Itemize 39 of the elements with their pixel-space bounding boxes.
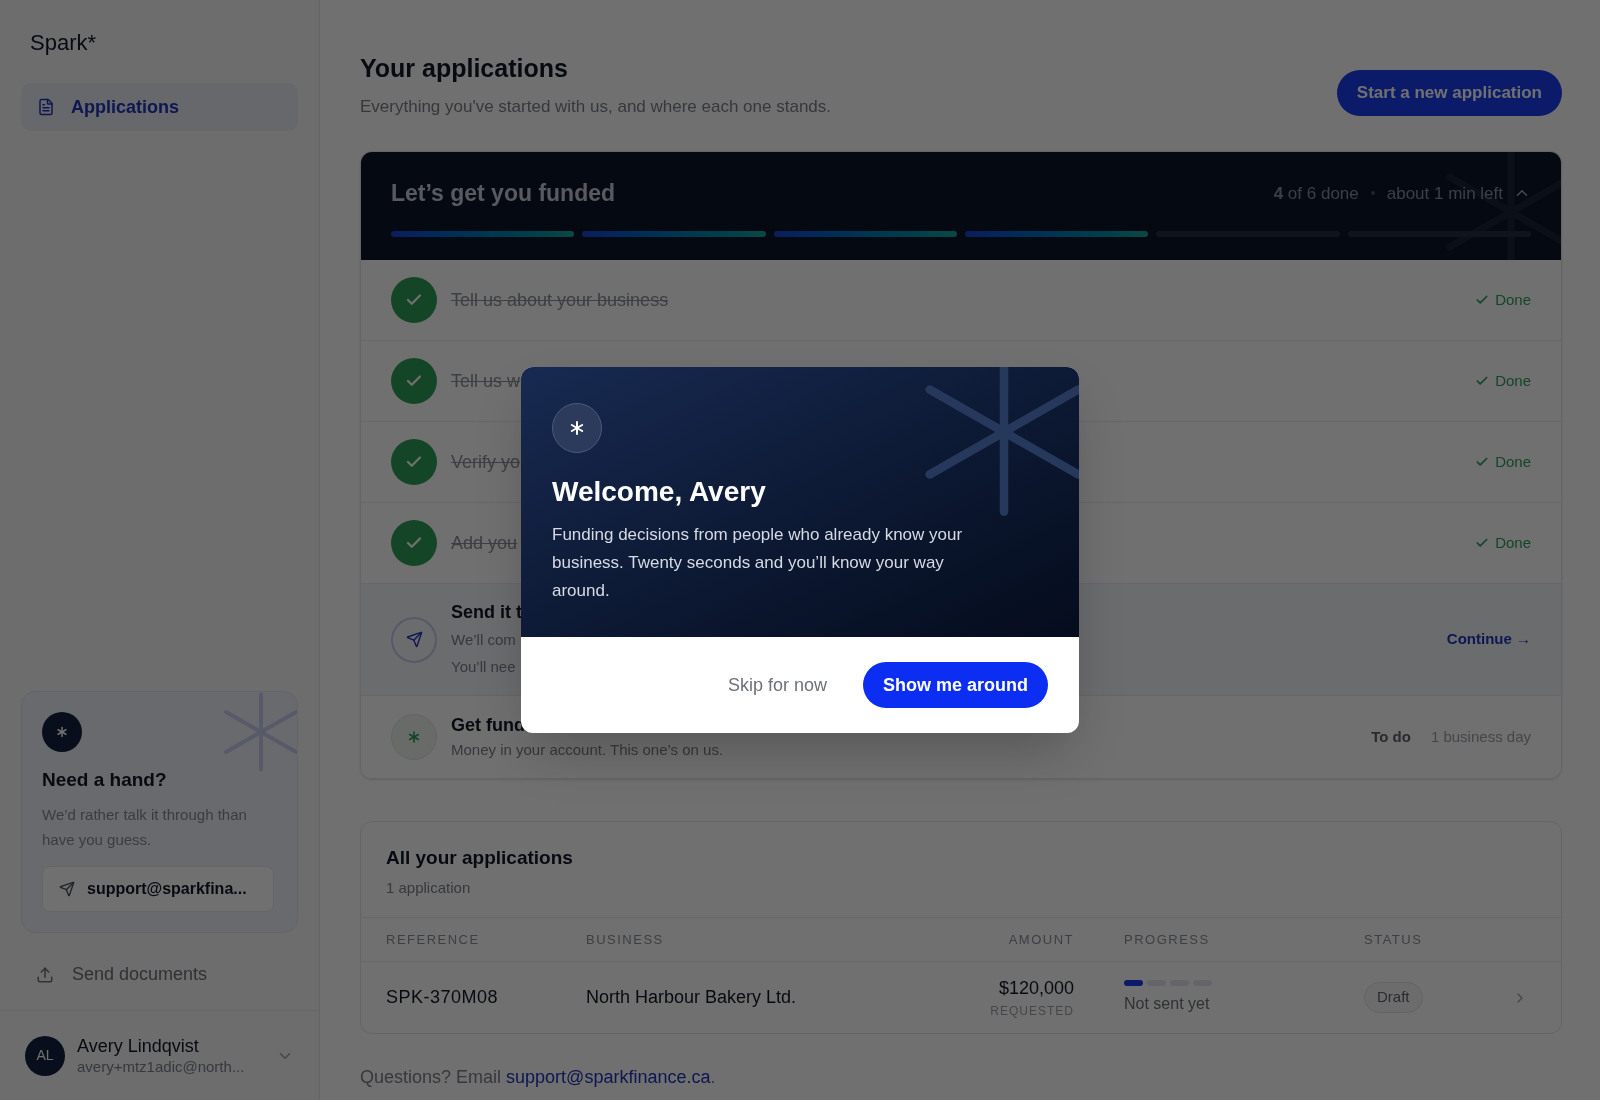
new-application-button[interactable]: Start a new application (1336, 70, 1562, 116)
upload-icon (36, 965, 54, 984)
footer-note: Questions? Email support@sparkfinance.ca. (360, 1066, 717, 1089)
dialog-body: Funding decisions from people who already know your business. Twenty seconds and you’ll know your way around. (552, 524, 964, 602)
asterisk-icon (552, 403, 602, 453)
page-subtitle: Everything you've started with us, and where each one stands. (360, 95, 832, 118)
page-title: Your applications (360, 53, 569, 84)
document-icon (37, 98, 55, 116)
application-count: 1 application (386, 877, 472, 898)
skip-button[interactable]: Skip for now (715, 662, 839, 708)
status-label: To do (1371, 726, 1411, 747)
done-label: Done (1495, 451, 1531, 472)
done-label: Done (1495, 289, 1531, 310)
help-title: Need a hand? (42, 767, 168, 792)
send-documents-link[interactable]: Send documents (36, 961, 283, 988)
continue-link[interactable]: Continue → (1446, 628, 1531, 651)
checklist-title: Let’s get you funded (391, 179, 616, 208)
check-icon (1475, 455, 1490, 469)
send-icon (59, 881, 75, 897)
progress-text: Not sent yet (1124, 993, 1211, 1014)
show-me-around-button[interactable]: Show me around (863, 662, 1048, 708)
section-title: All your applications (386, 846, 574, 870)
check-icon (1475, 374, 1490, 388)
amount-cell-text: $120,000 (998, 977, 1074, 1000)
done-label: Done (1495, 532, 1531, 553)
status-badge: Draft (1364, 982, 1423, 1013)
user-name: Avery Lindqvist (77, 1034, 200, 1057)
check-icon (1475, 536, 1490, 550)
dialog-title: Welcome, Avery (552, 475, 767, 509)
check-icon (1475, 293, 1490, 307)
business-cell-text: North Harbour Bakery Ltd. (586, 986, 798, 1009)
support-email-link[interactable]: support@sparkfinance.ca (506, 1067, 711, 1087)
logo: Spark* (29, 29, 98, 57)
email-button[interactable]: support@sparkfina... (42, 866, 274, 912)
avatar: AL (25, 1035, 65, 1076)
reference-cell-text: SPK-370M08 (386, 986, 500, 1009)
asterisk-icon (42, 711, 82, 752)
done-label: Done (1495, 370, 1531, 391)
nav-item[interactable]: Applications (21, 83, 298, 131)
